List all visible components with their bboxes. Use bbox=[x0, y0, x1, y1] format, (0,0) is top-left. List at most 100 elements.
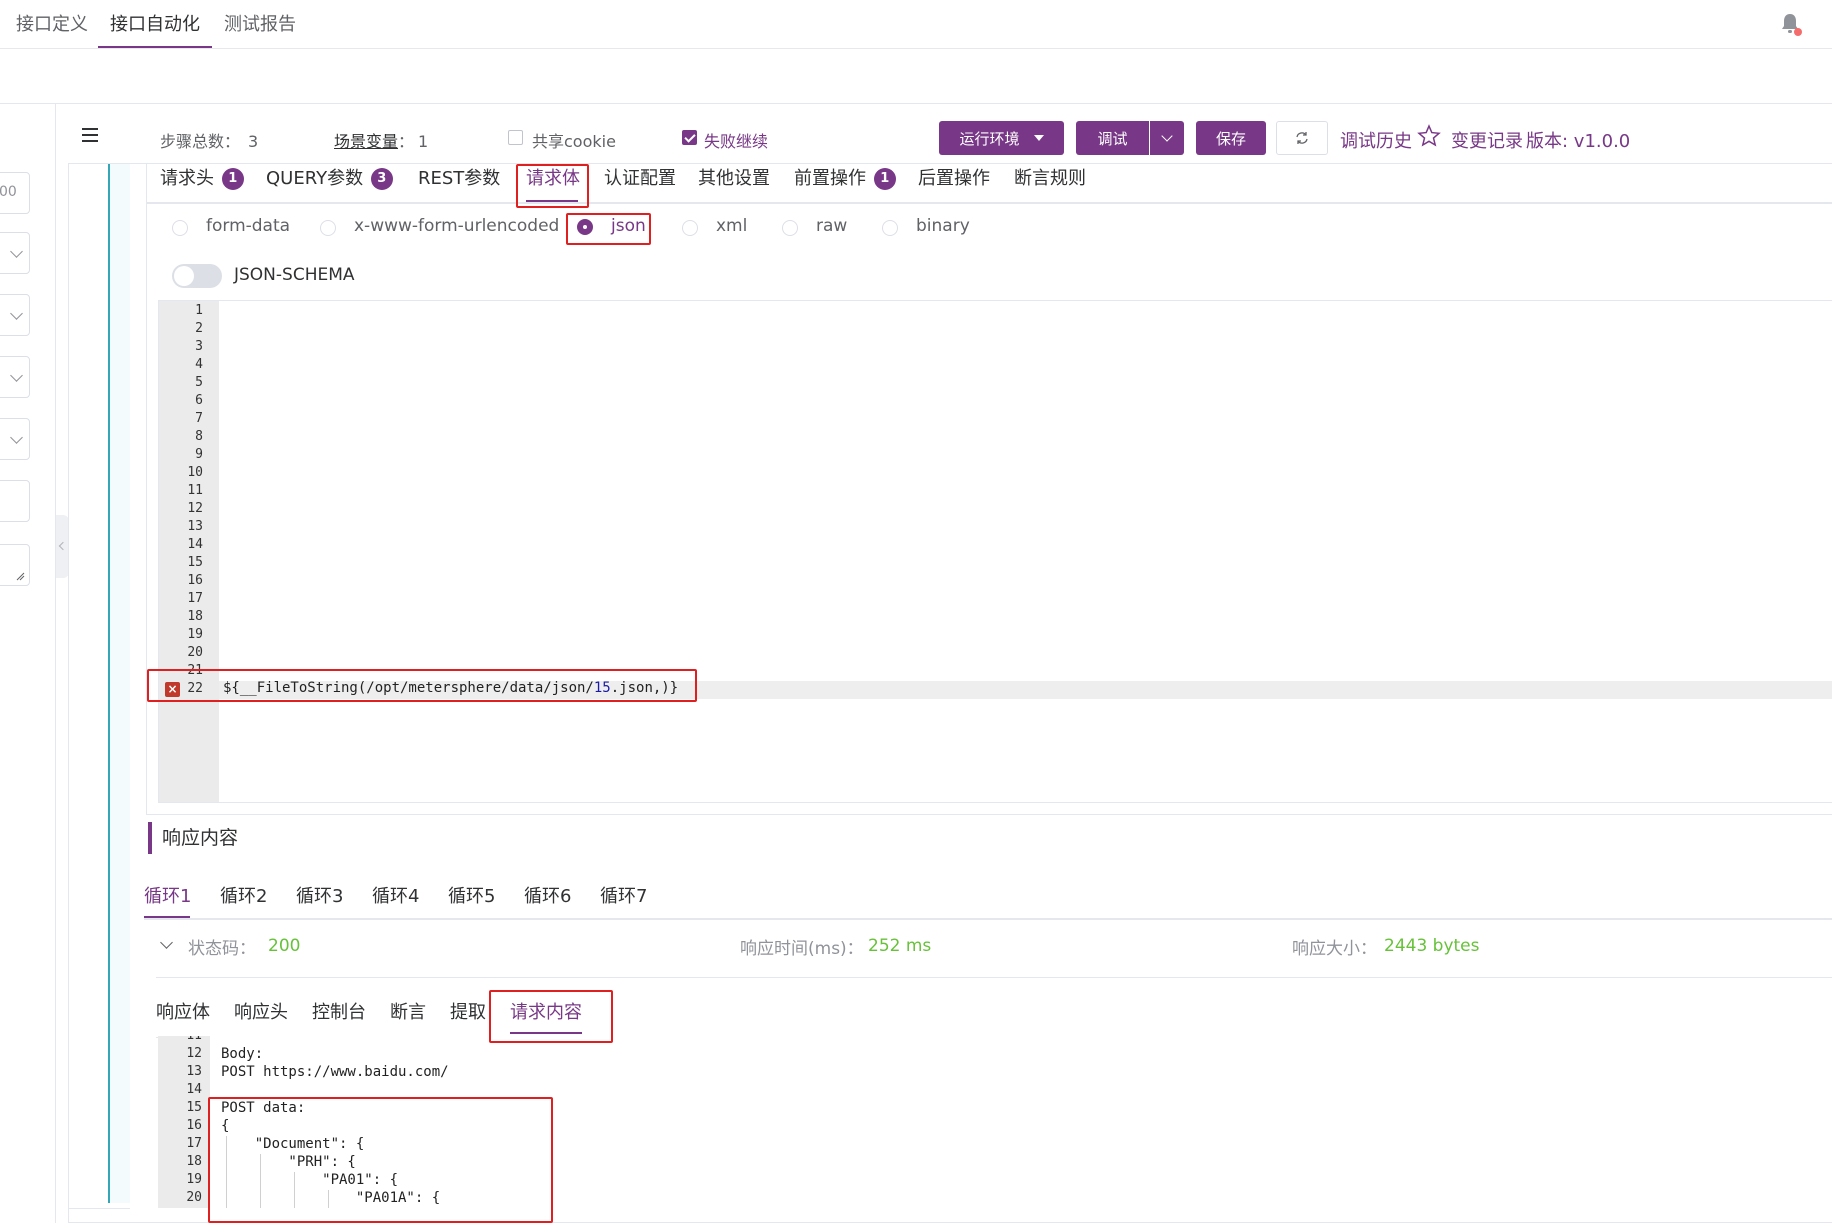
fail-continue-checkbox[interactable] bbox=[682, 130, 697, 145]
share-cookie-checkbox[interactable] bbox=[508, 130, 523, 145]
annotation-box-code-line bbox=[147, 669, 697, 702]
radio-x-www-form-urlencoded[interactable] bbox=[320, 220, 336, 236]
line-number: 7 bbox=[195, 411, 203, 426]
notification-dot bbox=[1794, 28, 1802, 36]
loop-tab-1[interactable]: 循环1 bbox=[144, 882, 191, 908]
tab-query-params[interactable]: QUERY参数 3 bbox=[266, 164, 393, 190]
tab-rest-params[interactable]: REST参数 bbox=[418, 164, 500, 190]
debug-history-link[interactable]: 调试历史 bbox=[1340, 127, 1412, 153]
line-number: 3 bbox=[195, 339, 203, 354]
chevron-down-icon bbox=[10, 307, 23, 320]
star-icon[interactable] bbox=[1417, 124, 1441, 148]
radio-raw[interactable] bbox=[782, 220, 798, 236]
menu-icon[interactable] bbox=[82, 128, 98, 142]
status-code-value: 200 bbox=[268, 936, 301, 956]
loop-tab-7[interactable]: 循环7 bbox=[600, 882, 647, 908]
nav-tab-api-automation[interactable]: 接口自动化 bbox=[98, 10, 212, 48]
line-number: 19 bbox=[186, 1172, 202, 1187]
response-time-label: 响应时间(ms)： bbox=[740, 939, 864, 959]
step-total: 步骤总数： 3 bbox=[160, 132, 259, 151]
step-card-accent bbox=[108, 164, 130, 1203]
tab-assertions[interactable]: 断言规则 bbox=[1014, 164, 1086, 190]
nav-tab-test-report[interactable]: 测试报告 bbox=[212, 10, 308, 48]
tab-response-body[interactable]: 响应体 bbox=[156, 998, 210, 1024]
chevron-down-icon bbox=[10, 431, 23, 444]
active-loop-indicator bbox=[144, 916, 190, 918]
count-badge: 1 bbox=[873, 168, 896, 190]
line-number: 20 bbox=[187, 645, 203, 660]
count-badge: 3 bbox=[370, 168, 393, 190]
status-code-label: 状态码： bbox=[188, 939, 256, 959]
tab-pre-processors[interactable]: 前置操作 1 bbox=[794, 164, 896, 190]
line-number: 1 bbox=[195, 303, 203, 318]
scene-variables[interactable]: 场景变量： 1 bbox=[334, 128, 428, 152]
line-number: 20 bbox=[186, 1190, 202, 1205]
request-tabs: 请求头 1 QUERY参数 3 REST参数 请求体 认证配置 其他设置 前置操… bbox=[146, 164, 1832, 204]
rail-select-1[interactable] bbox=[0, 232, 30, 274]
json-schema-switch[interactable] bbox=[172, 264, 222, 288]
json-body-editor[interactable]: 1 2 3 4 5 6 7 8 9 10 11 12 13 14 15 16 17 18 19 20 21 22 × ${… bbox=[158, 300, 1832, 803]
annotation-box-request-content-tab bbox=[489, 990, 613, 1043]
rail-select-3[interactable] bbox=[0, 356, 30, 398]
save-button[interactable]: 保存 bbox=[1196, 121, 1266, 155]
radio-xml[interactable] bbox=[682, 220, 698, 236]
tab-assertion-results[interactable]: 断言 bbox=[390, 998, 426, 1024]
refresh-icon bbox=[1296, 132, 1308, 144]
line-number: 11 bbox=[162, 1036, 202, 1043]
response-status-bar: 状态码： 200 响应时间(ms)： 252 ms 响应大小： 2443 byt… bbox=[156, 930, 1832, 978]
debug-button[interactable]: 调试 bbox=[1076, 121, 1149, 155]
nav-tab-api-definition[interactable]: 接口定义 bbox=[4, 10, 100, 48]
line-number: 14 bbox=[187, 537, 203, 552]
viewer-gutter: 11 12 13 14 15 16 17 18 19 20 bbox=[158, 1036, 210, 1208]
count-badge: 1 bbox=[221, 168, 244, 190]
tab-post-processors[interactable]: 后置操作 bbox=[918, 164, 990, 190]
refresh-button[interactable] bbox=[1276, 121, 1328, 155]
tab-extraction[interactable]: 提取 bbox=[450, 998, 486, 1024]
radio-label-urlencoded: x-www-form-urlencoded bbox=[354, 216, 560, 236]
loop-tab-2[interactable]: 循环2 bbox=[220, 882, 267, 908]
line-number: 18 bbox=[187, 609, 203, 624]
chevron-down-icon bbox=[1161, 130, 1173, 142]
request-card-border bbox=[146, 164, 147, 814]
response-detail-tabs: 响应体 响应头 控制台 断言 提取 请求内容 bbox=[156, 990, 1832, 1038]
response-title: 响应内容 bbox=[148, 822, 238, 854]
line-number: 16 bbox=[187, 573, 203, 588]
version-label[interactable]: 版本: v1.0.0 bbox=[1526, 127, 1630, 153]
tab-response-headers[interactable]: 响应头 bbox=[234, 998, 288, 1024]
rail-select-4[interactable] bbox=[0, 418, 30, 460]
radio-form-data[interactable] bbox=[172, 220, 188, 236]
rail-textarea[interactable] bbox=[0, 544, 30, 586]
radio-binary[interactable] bbox=[882, 220, 898, 236]
tab-other-settings[interactable]: 其他设置 bbox=[698, 164, 770, 190]
loop-tab-5[interactable]: 循环5 bbox=[448, 882, 495, 908]
tab-auth-config[interactable]: 认证配置 bbox=[604, 164, 676, 190]
tab-request-headers[interactable]: 请求头 1 bbox=[160, 164, 244, 190]
rail-number-input[interactable]: 00 bbox=[0, 172, 30, 214]
annotation-box-post-data bbox=[208, 1097, 553, 1223]
line-number: 10 bbox=[187, 465, 203, 480]
line-number: 18 bbox=[186, 1154, 202, 1169]
line-number: 6 bbox=[195, 393, 203, 408]
response-time-value: 252 ms bbox=[868, 936, 932, 956]
change-log-link[interactable]: 变更记录 bbox=[1451, 127, 1523, 153]
line-number: 17 bbox=[187, 591, 203, 606]
code-line: Body: bbox=[221, 1046, 264, 1062]
line-number: 2 bbox=[195, 321, 203, 336]
chevron-down-icon[interactable] bbox=[160, 936, 173, 949]
top-nav: 接口定义 接口自动化 测试报告 bbox=[0, 0, 1832, 49]
debug-dropdown-button[interactable] bbox=[1150, 121, 1184, 155]
loop-tab-3[interactable]: 循环3 bbox=[296, 882, 343, 908]
run-env-button[interactable]: 运行环境 bbox=[939, 121, 1064, 155]
chevron-down-icon bbox=[10, 245, 23, 258]
loop-tab-6[interactable]: 循环6 bbox=[524, 882, 571, 908]
line-number: 13 bbox=[187, 519, 203, 534]
tab-console[interactable]: 控制台 bbox=[312, 998, 366, 1024]
left-form-rail: 00 bbox=[0, 104, 56, 1223]
loop-tab-4[interactable]: 循环4 bbox=[372, 882, 419, 908]
code-line: POST https://www.baidu.com/ bbox=[221, 1064, 449, 1080]
line-number: 11 bbox=[187, 483, 203, 498]
rail-select-2[interactable] bbox=[0, 294, 30, 336]
rail-text-input[interactable] bbox=[0, 480, 30, 522]
line-number: 5 bbox=[195, 375, 203, 390]
share-cookie-label: 共享cookie bbox=[532, 132, 616, 151]
